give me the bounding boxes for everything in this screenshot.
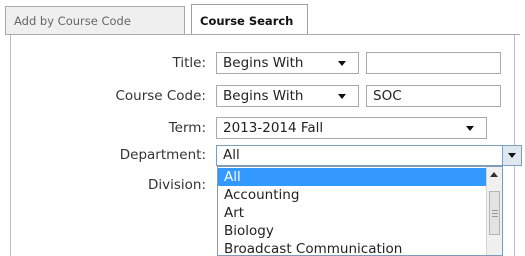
department-select[interactable]: All xyxy=(216,145,503,166)
chevron-down-icon xyxy=(338,94,346,99)
scrollbar-thumb[interactable] xyxy=(489,191,500,235)
department-label: Department: xyxy=(119,147,206,163)
division-label: Division: xyxy=(147,177,206,193)
course-code-input[interactable]: SOC xyxy=(366,85,501,107)
tab-add-by-course-code[interactable]: Add by Course Code xyxy=(5,6,185,34)
course-code-mode-select[interactable]: Begins With xyxy=(216,85,359,107)
scroll-up-icon[interactable] xyxy=(490,172,498,177)
tab-course-search[interactable]: Course Search xyxy=(191,4,308,36)
chevron-down-icon xyxy=(466,126,474,131)
dropdown-option-accounting[interactable]: Accounting xyxy=(218,186,486,204)
department-value: All xyxy=(223,147,240,163)
term-select[interactable]: 2013-2014 Fall xyxy=(216,117,487,139)
title-mode-select[interactable]: Begins With xyxy=(216,52,359,74)
department-dropdown-button[interactable] xyxy=(502,145,522,166)
course-code-mode-value: Begins With xyxy=(223,88,304,104)
title-mode-value: Begins With xyxy=(223,55,304,71)
dropdown-option-broadcast-communication[interactable]: Broadcast Communication xyxy=(218,240,486,255)
dropdown-option-all[interactable]: All xyxy=(218,168,486,186)
dropdown-scrollbar[interactable] xyxy=(486,167,502,255)
term-value: 2013-2014 Fall xyxy=(223,120,324,136)
chevron-down-icon xyxy=(508,153,516,158)
title-label: Title: xyxy=(172,55,206,71)
department-dropdown-list[interactable]: All Accounting Art Biology Broadcast Com… xyxy=(217,166,503,256)
title-input[interactable] xyxy=(366,52,501,74)
dropdown-option-biology[interactable]: Biology xyxy=(218,222,486,240)
dropdown-option-art[interactable]: Art xyxy=(218,204,486,222)
term-label: Term: xyxy=(168,120,206,136)
course-code-label: Course Code: xyxy=(115,88,206,104)
chevron-down-icon xyxy=(338,61,346,66)
